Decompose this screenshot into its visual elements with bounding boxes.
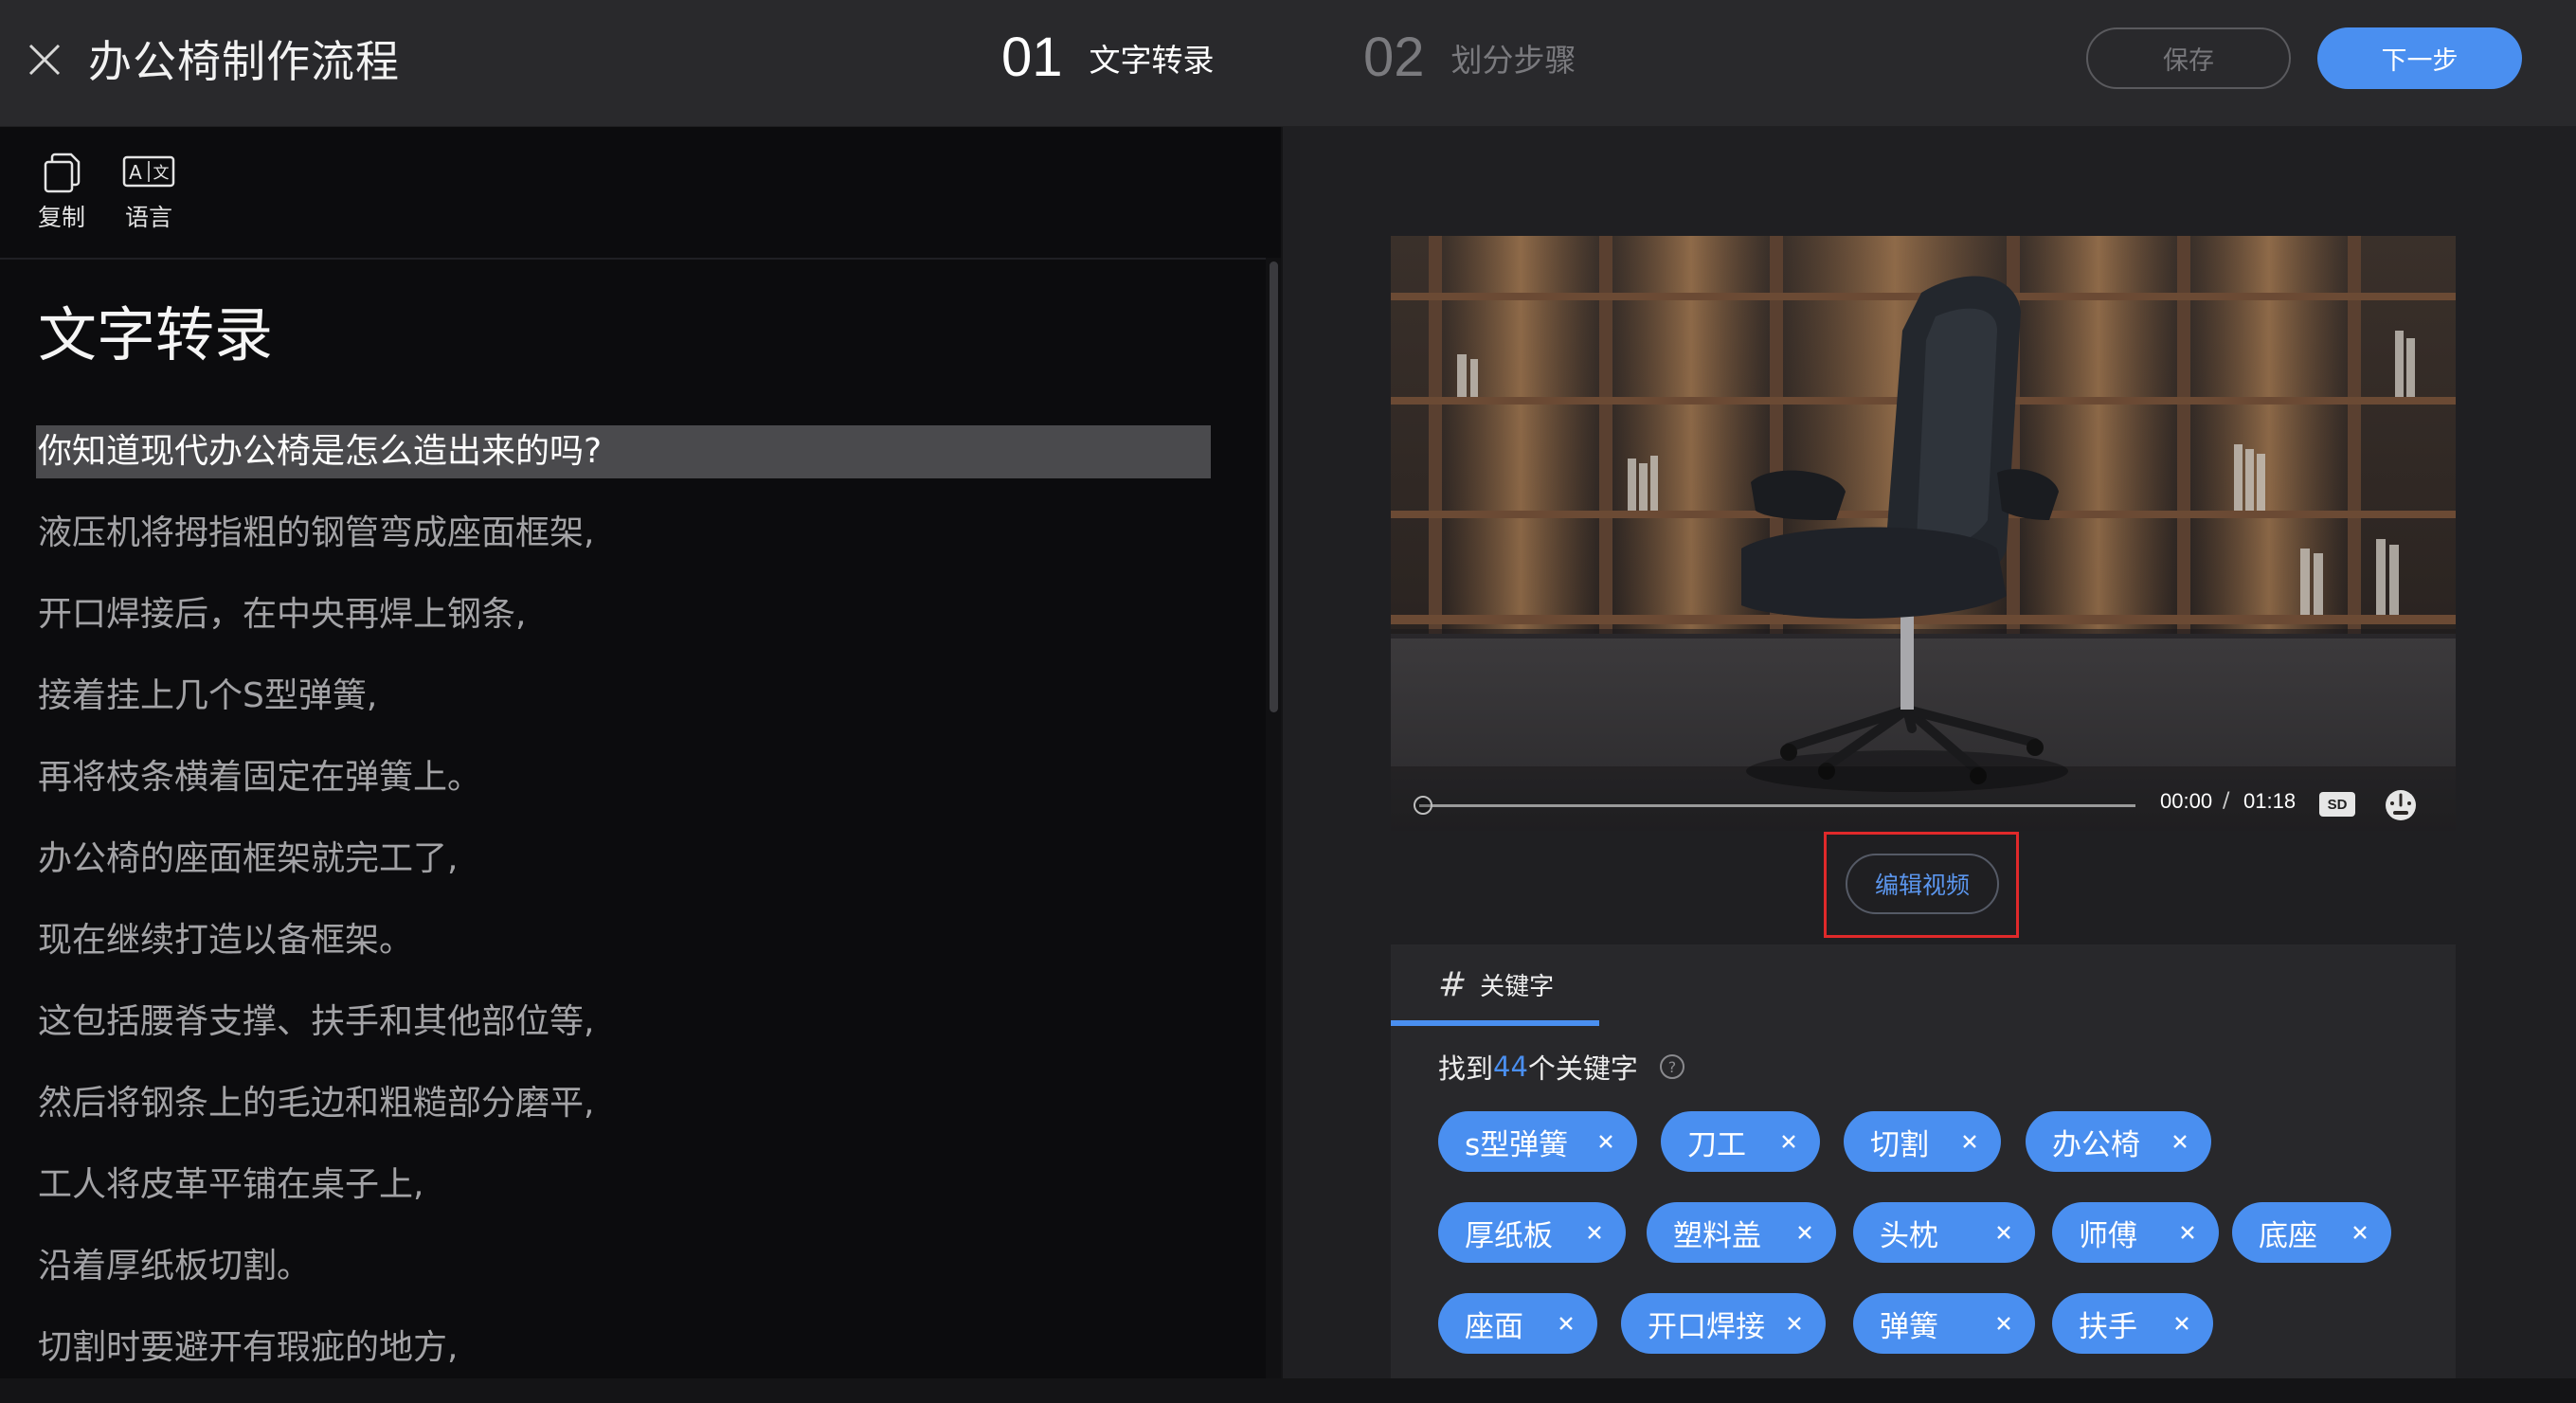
close-button[interactable] <box>21 36 68 83</box>
video-controls: 00:00 / 01:18 SD <box>1391 780 2456 831</box>
transcript-line[interactable]: 工人将皮革平铺在桌子上, <box>38 1159 1213 1240</box>
time-separator: / <box>2223 789 2230 813</box>
keywords-found-text: 找到 44 个关键字 ? <box>1438 1047 1685 1087</box>
video-player[interactable]: 00:00 / 01:18 SD <box>1391 236 2456 831</box>
remove-tag-icon[interactable] <box>1554 1311 1578 1336</box>
keyword-tag-label: 座面 <box>1465 1309 1523 1344</box>
keyword-tag-label: s型弹簧 <box>1465 1127 1569 1162</box>
transcript-line[interactable]: 再将枝条横着固定在弹簧上。 <box>38 751 1213 833</box>
next-step-button[interactable]: 下一步 <box>2317 27 2522 89</box>
transcript-line[interactable]: 这包括腰脊支撑、扶手和其他部位等, <box>38 996 1213 1077</box>
keyword-tag-label: 师傅 <box>2079 1218 2137 1253</box>
transcript-line[interactable]: 液压机将拇指粗的钢管弯成座面框架, <box>38 507 1213 588</box>
video-frame-office-chair <box>1391 236 2456 831</box>
keyword-tag[interactable]: 开口焊接 <box>1621 1293 1826 1354</box>
remove-tag-icon[interactable] <box>1792 1220 1817 1245</box>
duration: 01:18 <box>2243 789 2297 813</box>
page-title: 办公椅制作流程 <box>88 36 400 87</box>
scrollbar-thumb[interactable] <box>1270 261 1278 712</box>
close-icon <box>28 44 61 76</box>
keyword-tag[interactable]: 切割 <box>1844 1111 2001 1172</box>
keyword-tag[interactable]: 师傅 <box>2052 1202 2219 1263</box>
copy-button[interactable]: 复制 <box>19 150 104 233</box>
svg-text:A: A <box>129 161 142 184</box>
keyword-tag[interactable]: 刀工 <box>1661 1111 1820 1172</box>
keyword-tag[interactable]: 座面 <box>1438 1293 1597 1354</box>
language-label: 语言 <box>124 204 172 231</box>
transcript-line[interactable]: 接着挂上几个S型弹簧, <box>38 670 1213 751</box>
remove-tag-icon[interactable] <box>1776 1129 1801 1154</box>
keyword-tag-label: 塑料盖 <box>1673 1218 1761 1253</box>
transcript-line[interactable]: 办公椅的座面框架就完工了, <box>38 833 1213 914</box>
keyword-tag-label: 厚纸板 <box>1465 1218 1553 1253</box>
tab-keywords[interactable]: # 关键字 <box>1391 944 1599 1026</box>
transcript-line[interactable]: 现在继续打造以备框架。 <box>38 914 1213 996</box>
keyword-count: 44 <box>1493 1051 1528 1083</box>
keyword-tag-label: 底座 <box>2259 1218 2317 1253</box>
keyword-tag[interactable]: 厚纸板 <box>1438 1202 1626 1263</box>
keyword-tag-label: 刀工 <box>1687 1127 1746 1162</box>
remove-tag-icon[interactable] <box>1594 1129 1618 1154</box>
keywords-panel: # 关键字 找到 44 个关键字 ? s型弹簧 刀工 切割 办公椅厚纸板 塑料盖 头枕 师傅 底座… <box>1391 944 2456 1378</box>
keyword-tag[interactable]: 塑料盖 <box>1647 1202 1836 1263</box>
keyword-tag[interactable]: 头枕 <box>1853 1202 2035 1263</box>
current-time: 00:00 <box>2160 789 2213 813</box>
step-label: 文字转录 <box>1089 42 1215 79</box>
keyword-tag[interactable]: s型弹簧 <box>1438 1111 1637 1172</box>
keyword-tag[interactable]: 办公椅 <box>2026 1111 2211 1172</box>
edit-video-button[interactable]: 编辑视频 <box>1846 854 1999 914</box>
transcript-lines: 你知道现代办公椅是怎么造出来的吗? 液压机将拇指粗的钢管弯成座面框架, 开口焊接… <box>36 425 1213 1403</box>
remove-tag-icon[interactable] <box>1991 1220 2016 1245</box>
transcript-toolbar: 复制 A 文 语言 <box>0 127 1281 260</box>
copy-label: 复制 <box>37 204 85 231</box>
remove-tag-icon[interactable] <box>1991 1311 2016 1336</box>
remove-tag-icon[interactable] <box>1782 1311 1807 1336</box>
tab-active-indicator <box>1391 1020 1599 1026</box>
remove-tag-icon[interactable] <box>1582 1220 1607 1245</box>
save-button[interactable]: 保存 <box>2086 27 2291 89</box>
keyword-tag-label: 开口焊接 <box>1648 1309 1765 1344</box>
found-suffix: 个关键字 <box>1527 1052 1638 1085</box>
remove-tag-icon[interactable] <box>2170 1311 2194 1336</box>
keyword-tag[interactable]: 扶手 <box>2052 1293 2213 1354</box>
speedometer-icon[interactable] <box>2384 788 2418 822</box>
step-label: 划分步骤 <box>1450 42 1576 79</box>
keyword-tag-label: 扶手 <box>2079 1309 2137 1344</box>
translate-icon: A 文 <box>122 155 175 188</box>
step-number: 01 <box>1001 27 1063 88</box>
step-divide[interactable]: 02 划分步骤 <box>1363 25 1576 91</box>
transcript-panel: 复制 A 文 语言 文字转录 你知道现代办公椅是怎么造出来的吗? 液压机将拇指粗… <box>0 127 1281 1378</box>
transcript-line-active[interactable]: 你知道现代办公椅是怎么造出来的吗? <box>36 425 1213 507</box>
transcript-heading: 文字转录 <box>38 300 274 369</box>
keyword-tag-label: 头枕 <box>1880 1218 1938 1253</box>
svg-text:文: 文 <box>153 164 170 183</box>
video-progress-bar[interactable] <box>1419 804 2135 807</box>
remove-tag-icon[interactable] <box>2175 1220 2200 1245</box>
quality-button[interactable]: SD <box>2319 792 2355 817</box>
found-prefix: 找到 <box>1438 1052 1494 1085</box>
top-bar: 办公椅制作流程 01 文字转录 02 划分步骤 保存 下一步 <box>0 0 2576 127</box>
remove-tag-icon[interactable] <box>2348 1220 2372 1245</box>
transcript-line[interactable]: 沿着厚纸板切割。 <box>38 1240 1213 1322</box>
remove-tag-icon[interactable] <box>2168 1129 2192 1154</box>
video-progress-knob[interactable] <box>1414 796 1432 815</box>
copy-icon <box>44 153 81 193</box>
tab-keywords-label: 关键字 <box>1480 973 1555 1001</box>
keyword-tag-label: 办公椅 <box>2052 1127 2140 1162</box>
keyword-tag-label: 弹簧 <box>1880 1309 1938 1344</box>
help-icon[interactable]: ? <box>1659 1053 1685 1080</box>
transcript-line[interactable]: 开口焊接后，在中央再焊上钢条, <box>38 588 1213 670</box>
keyword-tag[interactable]: 弹簧 <box>1853 1293 2035 1354</box>
remove-tag-icon[interactable] <box>1957 1129 1982 1154</box>
language-button[interactable]: A 文 语言 <box>106 150 191 233</box>
transcript-line[interactable]: 然后将钢条上的毛边和粗糙部分磨平, <box>38 1077 1213 1159</box>
svg-text:?: ? <box>1668 1058 1677 1076</box>
step-transcription[interactable]: 01 文字转录 <box>1001 25 1215 91</box>
transcript-line[interactable]: 切割时要避开有瑕疵的地方, <box>38 1322 1213 1403</box>
hashtag-icon: # <box>1438 965 1468 1004</box>
keyword-tag-label: 切割 <box>1870 1127 1929 1162</box>
keyword-tag[interactable]: 底座 <box>2232 1202 2391 1263</box>
step-number: 02 <box>1363 27 1425 88</box>
